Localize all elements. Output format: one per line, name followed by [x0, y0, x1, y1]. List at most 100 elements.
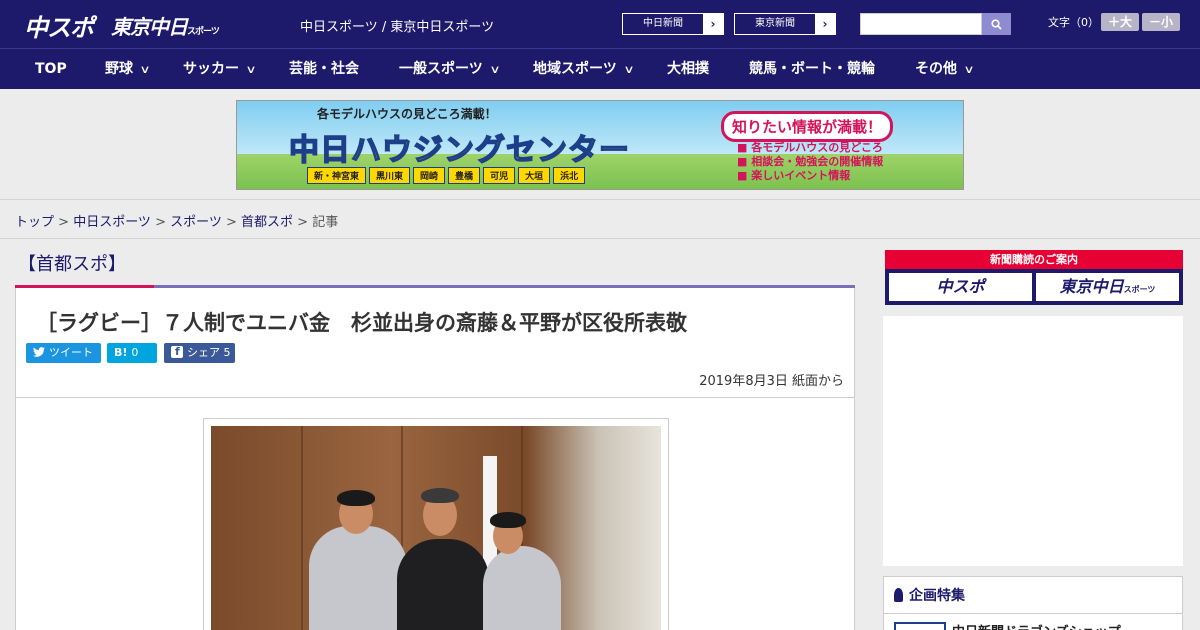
- site-header: 中スポ 東京中日スポーツ 中日スポーツ / 東京中日スポーツ 中日新聞 › 東京…: [0, 0, 1200, 48]
- banner-point: 相談会・勉強会の開催情報: [737, 155, 883, 169]
- banner-bubble: 知りたい情報が満載！: [721, 111, 894, 142]
- chuspo-logo[interactable]: 中スポ: [24, 8, 94, 43]
- tweet-label: ツイート: [49, 346, 93, 359]
- nav-item-baseball[interactable]: 野球 ∨: [105, 49, 151, 89]
- banner-city: 黒川東: [369, 167, 411, 184]
- tokyo-chunichi-logo[interactable]: 東京中日スポーツ: [111, 11, 220, 40]
- chevron-down-icon: ∨: [623, 63, 635, 76]
- font-larger-button[interactable]: ＋大: [1101, 13, 1139, 31]
- feature-box: 企画特集 中日新聞ドラゴンズショップ: [883, 576, 1183, 630]
- chevron-down-icon: ∨: [245, 63, 257, 76]
- site-subtitle: 中日スポーツ / 東京中日スポーツ: [300, 20, 495, 35]
- article-date: 2019年8月3日 紙面から: [699, 374, 844, 389]
- banner-city: 大垣: [518, 167, 551, 184]
- subscribe-chuspo-button[interactable]: 中スポ: [889, 273, 1032, 301]
- nav-label: 一般スポーツ: [399, 61, 483, 77]
- main-nav: TOP 野球 ∨ サッカー ∨ 芸能・社会 一般スポーツ ∨ 地域スポーツ ∨ 大相撲 …: [0, 48, 1200, 89]
- subscription-heading: 新聞購読のご案内: [885, 250, 1183, 269]
- nav-label: 競馬・ボート・競輪: [749, 61, 875, 77]
- tweet-button[interactable]: ツイート: [26, 343, 101, 363]
- tokyo-shimbun-link[interactable]: 東京新聞 ›: [734, 13, 836, 35]
- twitter-bird-icon: [33, 347, 45, 357]
- subscribe-tokyo-label: 東京中日: [1059, 277, 1124, 296]
- breadcrumb-link-sports[interactable]: スポーツ: [170, 215, 222, 230]
- subscription-box: 新聞購読のご案内 中スポ 東京中日スポーツ: [885, 250, 1183, 305]
- chevron-down-icon: ∨: [489, 63, 501, 76]
- banner-city: 浜北: [553, 167, 586, 184]
- hatena-bookmark-button[interactable]: B! 0: [107, 343, 157, 363]
- font-smaller-button[interactable]: －小: [1142, 13, 1180, 31]
- nav-item-entertainment[interactable]: 芸能・社会: [289, 49, 359, 89]
- facebook-share-button[interactable]: f シェア 5: [164, 343, 235, 363]
- breadcrumb-link-shuto-spo[interactable]: 首都スポ: [241, 215, 293, 230]
- subscribe-tokyo-chunichi-button[interactable]: 東京中日スポーツ: [1036, 273, 1179, 301]
- article-title: ［ラグビー］７人制でユニバ金 杉並出身の斎藤＆平野が区役所表敬: [36, 311, 687, 335]
- feature-heading-label: 企画特集: [909, 588, 965, 604]
- breadcrumb-current: 記事: [312, 215, 339, 230]
- article-body: [15, 398, 855, 630]
- facebook-label: シェア: [187, 346, 220, 359]
- nav-item-regional-sports[interactable]: 地域スポーツ ∨: [533, 49, 635, 89]
- nav-label: 大相撲: [667, 61, 709, 77]
- chevron-down-icon: ∨: [963, 63, 975, 76]
- banner-city: 豊橋: [448, 167, 481, 184]
- housing-center-banner-ad[interactable]: 各モデルハウスの見どころ満載！ 中日ハウジングセンター 新・神宮東 黒川東 岡崎…: [236, 100, 964, 190]
- divider: [884, 613, 1182, 614]
- article-header: ［ラグビー］７人制でユニバ金 杉並出身の斎藤＆平野が区役所表敬 ツイート B! 0…: [15, 288, 855, 398]
- banner-city: 岡崎: [413, 167, 446, 184]
- article-photo[interactable]: [211, 426, 661, 630]
- font-size-label: 文字（0）: [1048, 16, 1099, 29]
- breadcrumb-separator: >: [221, 215, 242, 230]
- breadcrumb-separator: >: [54, 215, 74, 230]
- nav-item-other[interactable]: その他 ∨: [915, 49, 975, 89]
- search-icon: [991, 18, 1002, 30]
- ribbon-icon: [894, 588, 903, 602]
- chevron-down-icon: ∨: [139, 63, 151, 76]
- banner-tagline: 各モデルハウスの見どころ満載！: [317, 107, 497, 121]
- facebook-count: 5: [223, 346, 231, 359]
- nav-label: その他: [915, 61, 957, 77]
- nav-item-top[interactable]: TOP: [35, 49, 67, 89]
- chunichi-shimbun-label: 中日新聞: [643, 18, 683, 29]
- divider: [0, 238, 1200, 239]
- nav-item-keiba[interactable]: 競馬・ボート・競輪: [749, 49, 875, 89]
- subscribe-tokyo-suffix: スポーツ: [1123, 285, 1156, 294]
- feature-heading: 企画特集: [894, 585, 965, 605]
- nav-item-general-sports[interactable]: 一般スポーツ ∨: [399, 49, 501, 89]
- banner-city: 新・神宮東: [307, 167, 367, 184]
- sidebar-ad-slot[interactable]: [883, 316, 1183, 566]
- nav-item-sumo[interactable]: 大相撲: [667, 49, 709, 89]
- tokyo-shimbun-label: 東京新聞: [755, 18, 795, 29]
- breadcrumb-separator: >: [293, 215, 313, 230]
- banner-point: 各モデルハウスの見どころ: [737, 141, 883, 155]
- breadcrumb-separator: >: [150, 215, 171, 230]
- hatena-count: 0: [131, 346, 139, 359]
- search-input[interactable]: [860, 13, 982, 35]
- banner-point: 楽しいイベント情報: [737, 169, 883, 183]
- breadcrumb-link-chunichi-sports[interactable]: 中日スポーツ: [73, 215, 151, 230]
- article-photo-frame: [203, 418, 669, 630]
- nav-label: 野球: [105, 61, 133, 77]
- nav-label: TOP: [35, 61, 67, 77]
- banner-city-list: 新・神宮東 黒川東 岡崎 豊橋 可児 大垣 浜北: [307, 167, 586, 184]
- search-button[interactable]: [982, 13, 1011, 35]
- chevron-right-icon: ›: [815, 14, 835, 34]
- feature-item-link[interactable]: 中日新聞ドラゴンズショップ: [952, 621, 1121, 630]
- section-label: 【首都スポ】: [18, 254, 126, 275]
- nav-item-soccer[interactable]: サッカー ∨: [183, 49, 257, 89]
- banner-title: 中日ハウジングセンター: [288, 132, 630, 169]
- banner-city: 可児: [483, 167, 516, 184]
- facebook-icon: f: [171, 345, 183, 358]
- banner-points: 各モデルハウスの見どころ 相談会・勉強会の開催情報 楽しいイベント情報: [737, 141, 883, 183]
- nav-label: サッカー: [183, 61, 239, 77]
- nav-label: 芸能・社会: [289, 61, 359, 77]
- chevron-right-icon: ›: [703, 14, 723, 34]
- breadcrumb: トップ > 中日スポーツ > スポーツ > 首都スポ > 記事: [15, 211, 338, 230]
- hatena-icon: B!: [114, 346, 128, 359]
- breadcrumb-link-top[interactable]: トップ: [15, 215, 54, 230]
- tokyo-logo-main: 東京中日: [111, 15, 188, 39]
- feature-thumbnail[interactable]: [894, 622, 946, 630]
- chunichi-shimbun-link[interactable]: 中日新聞 ›: [622, 13, 724, 35]
- tokyo-logo-suffix: スポーツ: [187, 27, 220, 37]
- nav-label: 地域スポーツ: [533, 61, 617, 77]
